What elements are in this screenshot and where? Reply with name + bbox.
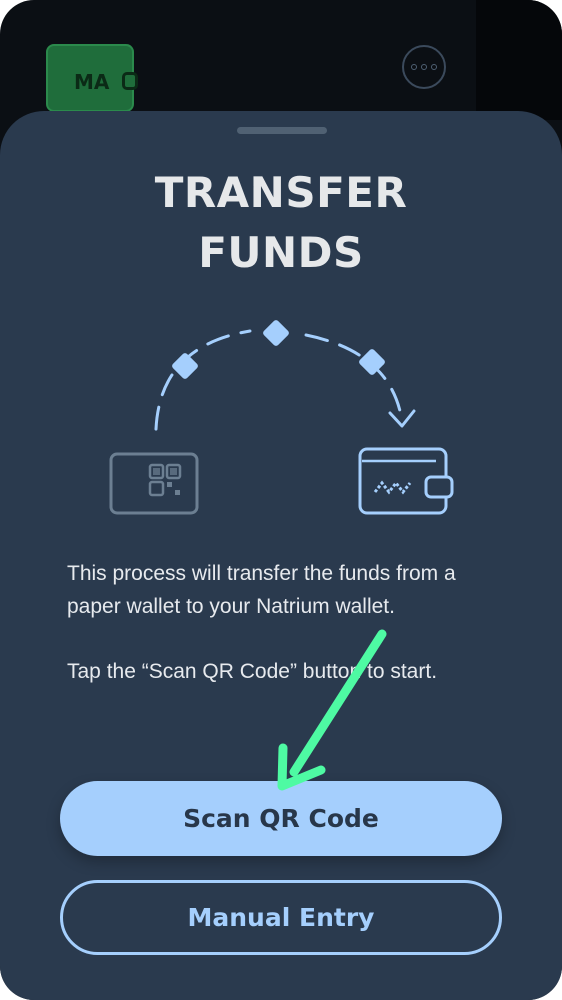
paper-wallet-qr-icon	[109, 452, 199, 515]
transfer-description: This process will transfer the funds fro…	[67, 557, 507, 688]
instruction-text: Tap the “Scan QR Code” button to start.	[67, 660, 438, 683]
diamond-icon	[359, 349, 385, 375]
wallet-clasp-icon	[122, 72, 138, 90]
background-panel	[476, 0, 562, 120]
transfer-sheet: TRANSFER FUNDS This process will transfe…	[0, 111, 562, 1000]
diamond-icon	[172, 353, 198, 379]
sheet-title: TRANSFER FUNDS	[154, 168, 408, 277]
background-wallet-label: MA	[74, 70, 110, 94]
description-text: This process will transfer the funds fro…	[67, 562, 456, 618]
arrow-down-icon	[388, 409, 416, 428]
diamond-icon	[263, 320, 289, 346]
transfer-arc-icon	[154, 329, 252, 431]
more-dots-icon	[402, 45, 446, 89]
scan-qr-code-button[interactable]: Scan QR Code	[60, 781, 502, 856]
natrium-wallet-icon	[358, 447, 454, 515]
manual-entry-button[interactable]: Manual Entry	[60, 880, 502, 955]
sheet-drag-handle[interactable]	[237, 127, 327, 134]
phone-screen: MA TRANSFER FUNDS This process will tran…	[0, 0, 562, 1000]
transfer-illustration	[109, 320, 454, 515]
